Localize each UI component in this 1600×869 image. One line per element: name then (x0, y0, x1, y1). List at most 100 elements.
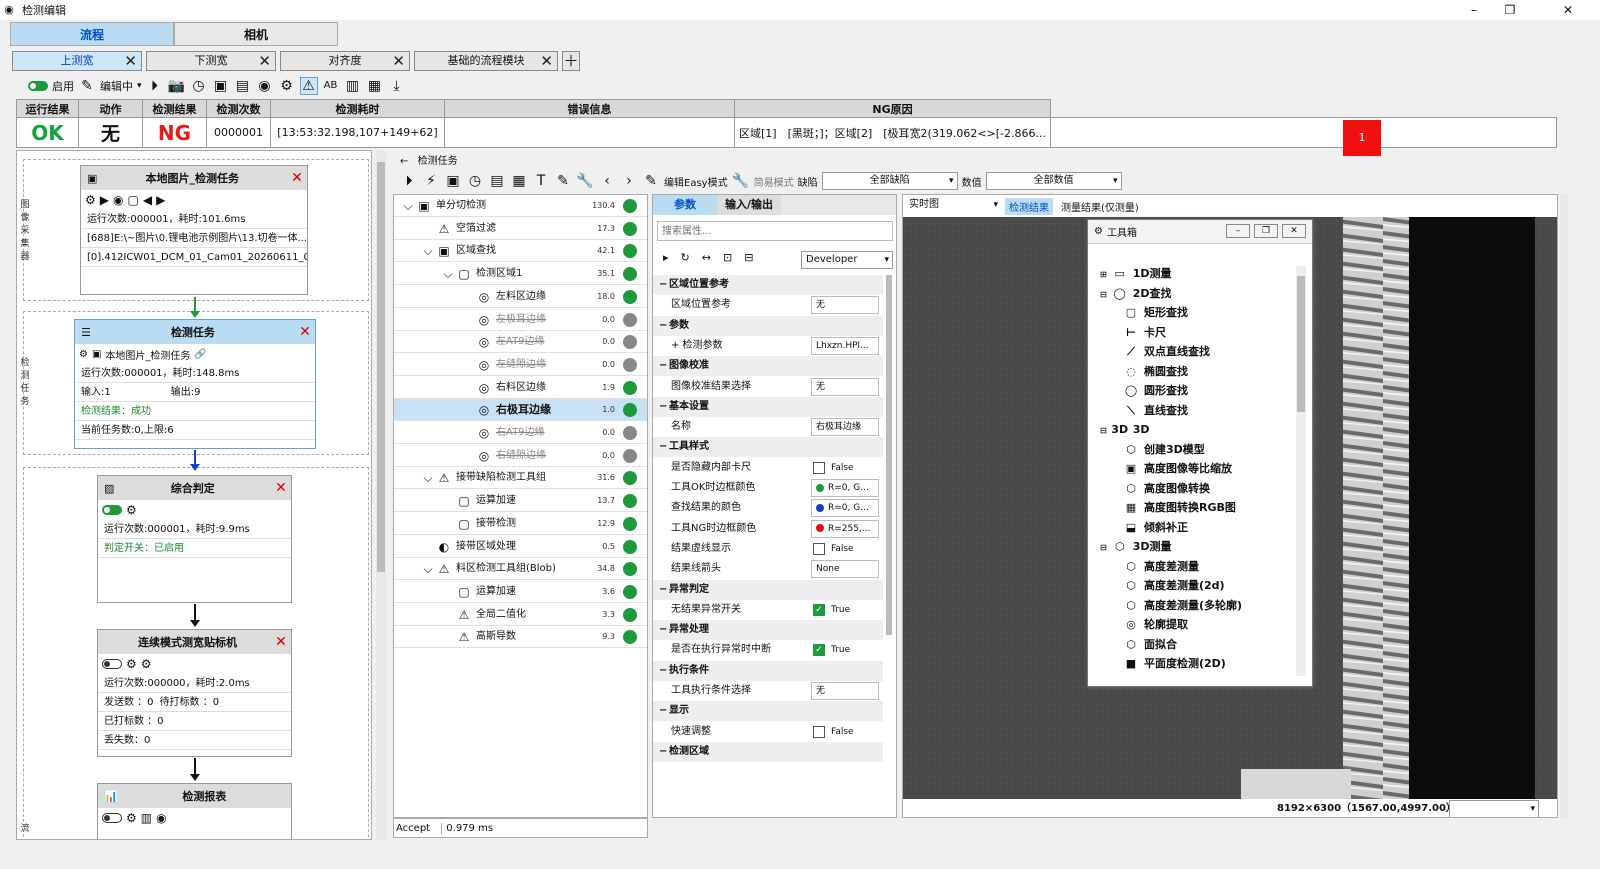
tree-row[interactable]: ⌵ ▣ 单分切检测 130.4 (394, 195, 647, 217)
property-value[interactable]: Lhxzn.HPl... (811, 336, 879, 355)
camera-icon[interactable]: ▢ (127, 193, 138, 207)
toolbox-item[interactable]: ▦ 高度图转换RGB图 (1122, 498, 1236, 517)
simple-mode-button[interactable]: 简易模式 (754, 174, 794, 189)
toolbox-scrollbar[interactable] (1296, 266, 1306, 676)
easy-mode-button[interactable]: 编辑Easy模式 (664, 174, 728, 189)
card-labeler[interactable]: 连续模式测宽贴标机 ✕ ⚙ ⚙ 运行次数:000000，耗时:2.0ms 发送数 ：… (97, 629, 292, 757)
property-value[interactable]: 无 (811, 682, 879, 700)
tab-measure-result[interactable]: 测量结果(仅测量) (1061, 199, 1139, 214)
property-value[interactable]: 无 (811, 377, 879, 396)
collapse-icon[interactable]: − (659, 356, 667, 376)
gear-icon[interactable]: ⚙ (126, 811, 137, 825)
property-checkbox[interactable] (813, 542, 825, 555)
collapse-icon[interactable]: − (659, 397, 667, 417)
property-value[interactable]: R=255,... (811, 519, 879, 538)
download-icon[interactable]: ⤓ (388, 77, 406, 95)
collapse-icon[interactable]: − (659, 316, 667, 336)
labeler-toggle[interactable] (102, 659, 122, 669)
toolbox-item[interactable]: ⬡ 高度差测量(2d) (1122, 576, 1224, 595)
collapse-icon[interactable]: − (659, 580, 667, 600)
next-icon[interactable]: ▶ (156, 193, 165, 207)
close-icon[interactable]: ✕ (258, 52, 271, 70)
close-icon[interactable]: ✕ (271, 480, 291, 496)
tab-io[interactable]: 输入/输出 (717, 195, 781, 215)
toolbox-item[interactable]: ⊞ ▭ 1D测量 (1100, 264, 1172, 283)
document-icon[interactable]: ▥ (344, 77, 362, 95)
value-select[interactable]: 全部数值 (985, 172, 1122, 190)
pencil-icon[interactable]: ✎ (554, 172, 572, 190)
chart-icon[interactable]: ▥ (141, 811, 152, 825)
tree-row[interactable]: ▢ 运算加速 13.7 (394, 490, 647, 513)
property-checkbox[interactable] (813, 461, 825, 474)
property-checkbox[interactable]: ✓ (813, 603, 825, 616)
tab-lower-width[interactable]: 下测宽 ✕ (146, 51, 276, 71)
property-search-input[interactable] (657, 221, 893, 241)
defect-select[interactable]: 全部缺陷 (821, 172, 958, 190)
close-icon[interactable]: ✕ (540, 52, 553, 70)
zoom-select[interactable] (1449, 800, 1539, 817)
expand-icon[interactable]: ⊡ (723, 251, 732, 264)
judge-toggle[interactable] (102, 505, 122, 515)
expand-icon[interactable]: ⊞ (1100, 270, 1107, 279)
tree-row[interactable]: ▢ 运算加速 3.6 (394, 581, 647, 603)
record-icon[interactable]: ◉ (113, 193, 123, 207)
close-icon[interactable]: ✕ (287, 170, 307, 186)
property-checkbox[interactable] (813, 725, 825, 738)
toolbox-item[interactable]: ⬡ 面拟合 (1122, 635, 1177, 654)
tree-row[interactable]: ⌵ ⚠ 料区检测工具组(Blob) 34.8 (394, 558, 647, 581)
property-scrollbar[interactable] (886, 275, 892, 635)
property-value[interactable]: 右极耳边缘 (811, 418, 879, 437)
tree-row[interactable]: ◎ 左料区边缘 18.0 (394, 286, 647, 308)
tree-row[interactable]: ⚠ 高斯导数 9.3 (394, 626, 647, 649)
expand-icon[interactable]: ⊟ (1100, 426, 1107, 435)
tree-row[interactable]: ▢ 接带检测 12.9 (394, 513, 647, 535)
warning-icon[interactable]: ⚠ (299, 77, 318, 95)
maximize-button[interactable]: ❐ (1490, 1, 1530, 19)
toolbox-item[interactable]: ◌ 椭圆查找 (1122, 362, 1188, 381)
flow-scrollbar[interactable] (376, 150, 386, 840)
tab-params[interactable]: 参数 (653, 195, 717, 215)
image-add-icon[interactable]: ▣ (212, 77, 230, 95)
minimize-button[interactable]: – (1454, 1, 1494, 19)
property-checkbox[interactable]: ✓ (813, 644, 825, 657)
toolbox-item[interactable]: ▢ 矩形查找 (1122, 303, 1188, 322)
restore-button[interactable]: ❐ (1254, 224, 1278, 238)
toolbox-item[interactable]: ▣ 高度图像等比缩放 (1122, 459, 1232, 478)
collapse-icon[interactable]: − (659, 661, 667, 681)
toolbox-item[interactable]: ⬡ 高度图像转换 (1122, 479, 1210, 498)
tree-row[interactable]: ◎ 右料区边缘 1.9 (394, 377, 647, 399)
tree-row[interactable]: ◎ 右极耳边缘 1.0 (394, 399, 647, 422)
collapse-icon[interactable]: − (659, 742, 667, 762)
report-toggle[interactable] (102, 813, 122, 823)
tab-upper-width[interactable]: 上测宽 ✕ (12, 51, 142, 71)
close-icon[interactable]: ✕ (392, 52, 405, 70)
gear-icon[interactable]: ⚙ (85, 193, 96, 207)
collapse-icon[interactable]: ⊟ (744, 251, 753, 264)
fit-width-icon[interactable]: ↔ (702, 251, 711, 264)
add-tab-button[interactable]: ＋ (562, 51, 580, 71)
toolbox-item[interactable]: ⊟ 3D 3D (1100, 420, 1150, 439)
play-icon[interactable]: ▸ (663, 251, 669, 264)
tab-alignment[interactable]: 对齐度 ✕ (280, 51, 410, 71)
close-button[interactable]: ✕ (1282, 224, 1306, 238)
tree-row[interactable]: ◎ 左极耳边缘 0.0 (394, 309, 647, 331)
toolbox-item[interactable]: ⬡ 高度差测量 (1122, 557, 1199, 576)
image-add-icon[interactable]: ▤ (488, 172, 506, 190)
expand-chevron-icon[interactable]: ⌵ (440, 266, 456, 282)
gear-icon[interactable]: ⚙ (79, 349, 88, 360)
refresh-icon[interactable]: ↻ (681, 251, 690, 264)
view-select[interactable]: 实时图 (905, 197, 1001, 215)
image-edit-icon[interactable]: ▦ (510, 172, 528, 190)
back-arrow-icon[interactable]: ← (400, 156, 408, 167)
card-report[interactable]: 📊 检测报表 ⚙ ▥ ◉ (97, 783, 292, 839)
record-icon[interactable]: ◉ (156, 811, 166, 825)
expand-icon[interactable]: ⊟ (1100, 290, 1107, 299)
tree-row[interactable]: ◎ 右AT9边缘 0.0 (394, 422, 647, 444)
tree-row[interactable]: ⌵ ⚠ 接带缺陷检测工具组 31.6 (394, 467, 647, 490)
tree-row[interactable]: ⌵ ▣ 区域查找 42.1 (394, 240, 647, 263)
tree-row[interactable]: ◎ 右缝隙边缘 0.0 (394, 445, 647, 467)
toolbox-item[interactable]: ⬡ 高度差测量(多轮廓) (1122, 596, 1242, 615)
enable-toggle[interactable] (28, 81, 48, 91)
gear-icon[interactable]: ⚙ (278, 77, 296, 95)
wrench-icon[interactable]: 🔧 (576, 172, 594, 190)
